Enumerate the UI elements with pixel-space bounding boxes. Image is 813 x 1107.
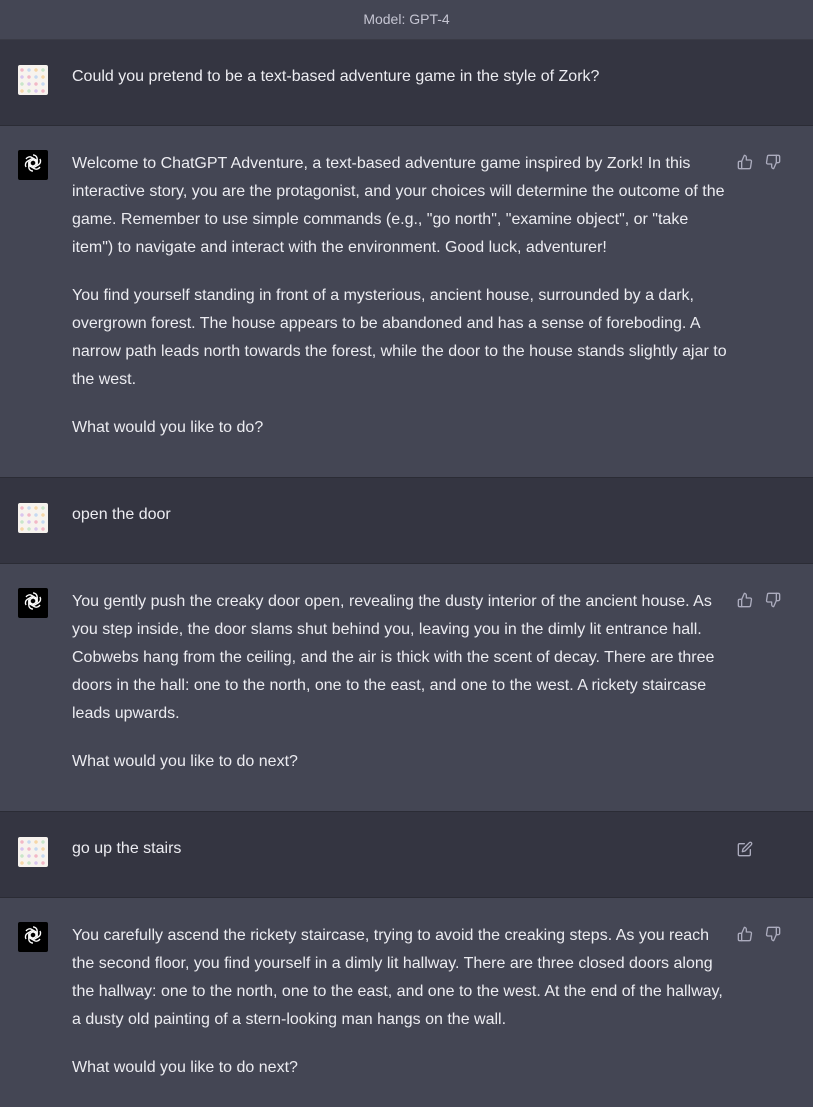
assistant-avatar	[18, 150, 48, 180]
assistant-message: You gently push the creaky door open, re…	[0, 564, 813, 812]
model-header: Model: GPT-4	[0, 0, 813, 40]
message-text: open the door	[72, 501, 732, 529]
message-paragraph: Welcome to ChatGPT Adventure, a text-bas…	[72, 155, 725, 256]
edit-actions	[737, 841, 753, 857]
thumbs-down-icon[interactable]	[765, 154, 781, 170]
edit-icon[interactable]	[737, 841, 753, 857]
thumbs-down-icon[interactable]	[765, 592, 781, 608]
thumbs-up-icon[interactable]	[737, 154, 753, 170]
message-paragraph: open the door	[72, 506, 171, 523]
openai-logo-icon	[22, 152, 44, 179]
feedback-actions	[737, 154, 781, 170]
user-message: go up the stairs	[0, 812, 813, 898]
message-paragraph: What would you like to do next?	[72, 753, 298, 770]
thumbs-up-icon[interactable]	[737, 592, 753, 608]
message-paragraph: You find yourself standing in front of a…	[72, 287, 727, 388]
user-message: Could you pretend to be a text-based adv…	[0, 40, 813, 126]
user-avatar	[18, 503, 48, 533]
message-text: Welcome to ChatGPT Adventure, a text-bas…	[72, 150, 732, 442]
user-message: open the door	[0, 478, 813, 564]
message-paragraph: What would you like to do next?	[72, 1059, 298, 1076]
feedback-actions	[737, 592, 781, 608]
assistant-avatar	[18, 588, 48, 618]
message-text: You gently push the creaky door open, re…	[72, 588, 732, 776]
thumbs-up-icon[interactable]	[737, 926, 753, 942]
message-text: Could you pretend to be a text-based adv…	[72, 63, 732, 91]
message-text: You carefully ascend the rickety stairca…	[72, 922, 732, 1082]
feedback-actions	[737, 926, 781, 942]
assistant-message: You carefully ascend the rickety stairca…	[0, 898, 813, 1107]
user-avatar	[18, 65, 48, 95]
openai-logo-icon	[22, 590, 44, 617]
user-avatar	[18, 837, 48, 867]
model-label: Model: GPT-4	[363, 11, 450, 27]
message-paragraph: go up the stairs	[72, 840, 182, 857]
openai-logo-icon	[22, 924, 44, 951]
assistant-message: Welcome to ChatGPT Adventure, a text-bas…	[0, 126, 813, 478]
message-paragraph: What would you like to do?	[72, 419, 264, 436]
message-paragraph: Could you pretend to be a text-based adv…	[72, 68, 600, 85]
message-paragraph: You gently push the creaky door open, re…	[72, 593, 715, 722]
message-paragraph: You carefully ascend the rickety stairca…	[72, 927, 723, 1028]
thumbs-down-icon[interactable]	[765, 926, 781, 942]
message-text: go up the stairs	[72, 835, 732, 863]
assistant-avatar	[18, 922, 48, 952]
